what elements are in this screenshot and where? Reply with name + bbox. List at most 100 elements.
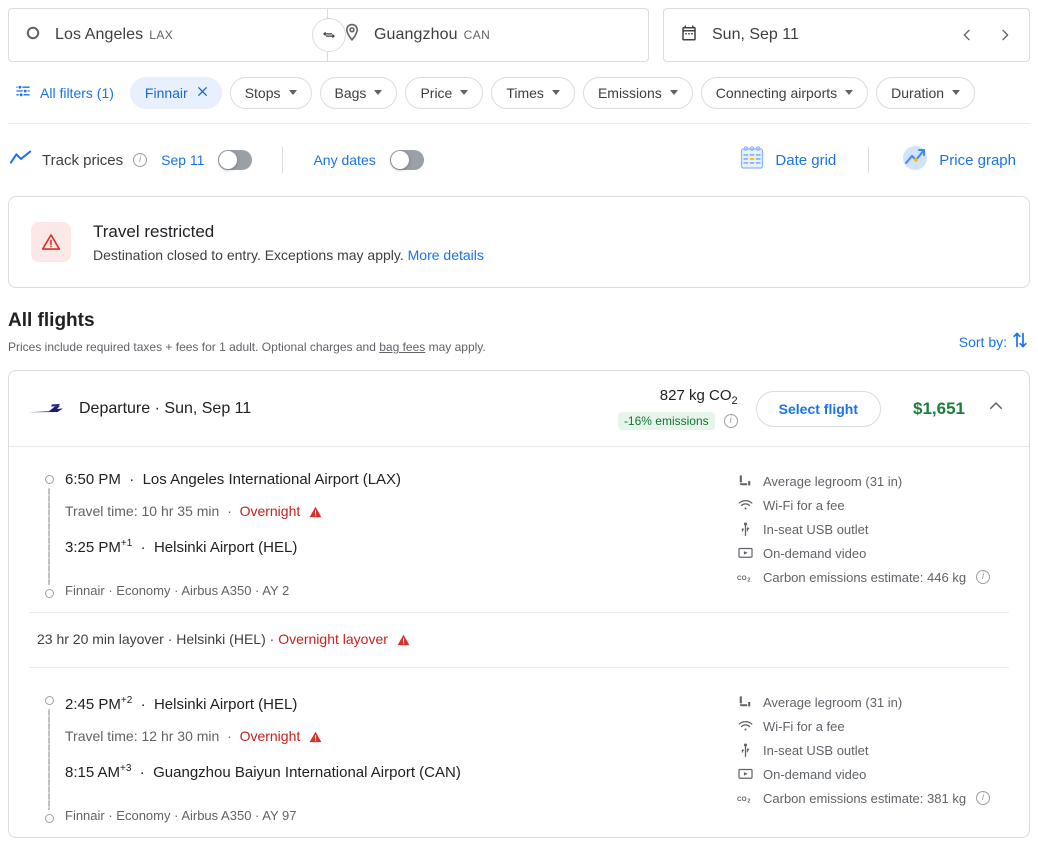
chevron-down-icon bbox=[952, 90, 960, 95]
overnight-label: Overnight bbox=[240, 728, 301, 744]
emissions-info-icon[interactable]: i bbox=[724, 414, 738, 428]
amenity-label: In-seat USB outlet bbox=[763, 522, 869, 537]
travel-time: Travel time: 10 hr 35 min bbox=[65, 503, 219, 519]
departure-label: Departure bbox=[79, 400, 150, 417]
leg-departure-line: 2:45 PM+2 · Helsinki Airport (HEL) bbox=[65, 686, 737, 720]
next-date-button[interactable] bbox=[989, 19, 1021, 51]
carbon-info-icon[interactable]: i bbox=[976, 791, 990, 805]
filter-chip-price[interactable]: Price bbox=[405, 77, 483, 109]
track-date-toggle[interactable] bbox=[218, 150, 252, 170]
co2-total: 827 kg CO2 bbox=[660, 387, 738, 407]
more-details-link[interactable]: More details bbox=[408, 247, 484, 263]
emissions-badge: -16% emissions bbox=[618, 412, 715, 430]
flight-header-title: Departure · Sun, Sep 11 bbox=[79, 400, 251, 418]
filter-chip-emissions[interactable]: Emissions bbox=[583, 77, 693, 109]
destination-input[interactable]: GuangzhouCAN bbox=[327, 8, 649, 62]
timeline-dotted-line bbox=[48, 709, 50, 810]
date-grid-icon bbox=[739, 145, 765, 175]
price-graph-icon bbox=[901, 144, 929, 176]
bag-fees-link[interactable]: bag fees bbox=[379, 340, 425, 354]
arrival-airport: Guangzhou Baiyun International Airport (… bbox=[153, 764, 461, 781]
origin-city: Los Angeles bbox=[55, 26, 143, 43]
remove-filter-icon[interactable] bbox=[196, 85, 209, 100]
chip-label: Stops bbox=[245, 85, 281, 101]
legroom-icon bbox=[737, 695, 753, 709]
track-prices-group: Track prices i Sep 11 Any dates bbox=[10, 147, 424, 173]
filter-chip-times[interactable]: Times bbox=[491, 77, 575, 109]
leg-operator-meta: Finnair · Economy · Airbus A350 · AY 2 bbox=[65, 583, 737, 598]
price-graph-label: Price graph bbox=[939, 152, 1016, 169]
any-dates-toggle[interactable] bbox=[390, 150, 424, 170]
leg-amenities-2: Average legroom (31 in) Wi-Fi for a fee … bbox=[737, 686, 1009, 823]
subtitle-pre: Prices include required taxes + fees for… bbox=[8, 340, 379, 354]
leg-details: 6:50 PM · Los Angeles International Airp… bbox=[61, 465, 737, 598]
all-flights-header: All flights Prices include required taxe… bbox=[0, 288, 1038, 354]
timeline-dotted-line bbox=[48, 488, 50, 585]
flight-header-right: 827 kg CO2 -16% emissions i Select fligh… bbox=[618, 387, 1009, 430]
leg-departure-line: 6:50 PM · Los Angeles International Airp… bbox=[65, 465, 737, 495]
select-flight-button[interactable]: Select flight bbox=[756, 391, 881, 427]
location-pin-icon bbox=[344, 23, 360, 48]
notice-text-block: Travel restricted Destination closed to … bbox=[93, 222, 484, 263]
chevron-down-icon bbox=[552, 90, 560, 95]
co2-subscript: 2 bbox=[732, 395, 738, 407]
departure-dot-icon bbox=[45, 475, 54, 484]
previous-date-button[interactable] bbox=[951, 19, 983, 51]
notice-title: Travel restricted bbox=[93, 222, 484, 242]
carbon-info-icon[interactable]: i bbox=[976, 570, 990, 584]
filter-chip-connecting-airports[interactable]: Connecting airports bbox=[701, 77, 868, 109]
flight-card-header[interactable]: Departure · Sun, Sep 11 827 kg CO2 -16% … bbox=[9, 371, 1029, 447]
arrival-time: 8:15 AM bbox=[65, 764, 120, 781]
amenity-label: Average legroom (31 in) bbox=[763, 474, 902, 489]
origin-destination-group: Los AngelesLAX GuangzhouCAN bbox=[8, 8, 649, 62]
chevron-down-icon bbox=[289, 90, 297, 95]
filter-tune-icon bbox=[14, 82, 32, 103]
overnight-label: Overnight bbox=[240, 503, 301, 519]
amenity-video: On-demand video bbox=[737, 762, 1009, 786]
departure-airport: Los Angeles International Airport (LAX) bbox=[143, 471, 402, 488]
departure-time: 6:50 PM bbox=[65, 471, 121, 488]
layover-warning-icon bbox=[397, 633, 410, 649]
origin-input[interactable]: Los AngelesLAX bbox=[8, 8, 328, 62]
view-tools-group: Date grid Price graph bbox=[727, 144, 1028, 176]
chevron-down-icon bbox=[670, 90, 678, 95]
leg-timeline bbox=[37, 465, 61, 598]
all-filters-label: All filters (1) bbox=[40, 85, 114, 101]
amenity-usb: In-seat USB outlet bbox=[737, 738, 1009, 762]
chip-label: Emissions bbox=[598, 85, 662, 101]
collapse-chevron-up-icon[interactable] bbox=[983, 393, 1009, 424]
leg-travel-time-line: Travel time: 12 hr 30 min · Overnight bbox=[65, 720, 737, 754]
co2-icon: CO2 bbox=[737, 572, 753, 583]
flight-leg-2: 2:45 PM+2 · Helsinki Airport (HEL) Trave… bbox=[9, 668, 1029, 837]
svg-text:2: 2 bbox=[747, 577, 750, 583]
amenity-wifi: Wi-Fi for a fee bbox=[737, 493, 1009, 517]
leg-details: 2:45 PM+2 · Helsinki Airport (HEL) Trave… bbox=[61, 686, 737, 823]
filter-chip-stops[interactable]: Stops bbox=[230, 77, 312, 109]
date-input[interactable]: Sun, Sep 11 bbox=[663, 8, 1030, 62]
info-icon[interactable]: i bbox=[133, 153, 147, 167]
header-separator: · bbox=[155, 400, 160, 417]
amenity-label: On-demand video bbox=[763, 767, 866, 782]
filter-chip-bags[interactable]: Bags bbox=[320, 77, 398, 109]
leg-amenities-1: Average legroom (31 in) Wi-Fi for a fee … bbox=[737, 465, 1009, 598]
chevron-down-icon bbox=[845, 90, 853, 95]
chevron-down-icon bbox=[374, 90, 382, 95]
layover-overnight-label: Overnight layover bbox=[278, 631, 388, 647]
chip-label: Duration bbox=[891, 85, 944, 101]
price-graph-button[interactable]: Price graph bbox=[889, 144, 1028, 176]
swap-airports-button[interactable] bbox=[312, 18, 346, 52]
arrival-time: 3:25 PM bbox=[65, 539, 121, 556]
destination-code: CAN bbox=[464, 28, 491, 42]
all-filters-button[interactable]: All filters (1) bbox=[10, 82, 122, 103]
amenity-label: Wi-Fi for a fee bbox=[763, 719, 845, 734]
departure-day-offset: +2 bbox=[121, 695, 132, 706]
filter-chip-finnair[interactable]: Finnair bbox=[130, 77, 222, 109]
flight-leg-1: 6:50 PM · Los Angeles International Airp… bbox=[9, 447, 1029, 612]
origin-circle-icon bbox=[25, 25, 41, 46]
sort-by-button[interactable]: Sort by: bbox=[959, 331, 1028, 352]
filter-chip-duration[interactable]: Duration bbox=[876, 77, 975, 109]
chip-label: Finnair bbox=[145, 85, 188, 101]
date-grid-button[interactable]: Date grid bbox=[727, 145, 848, 175]
trending-line-icon bbox=[10, 149, 32, 172]
warning-triangle-icon bbox=[31, 222, 71, 262]
